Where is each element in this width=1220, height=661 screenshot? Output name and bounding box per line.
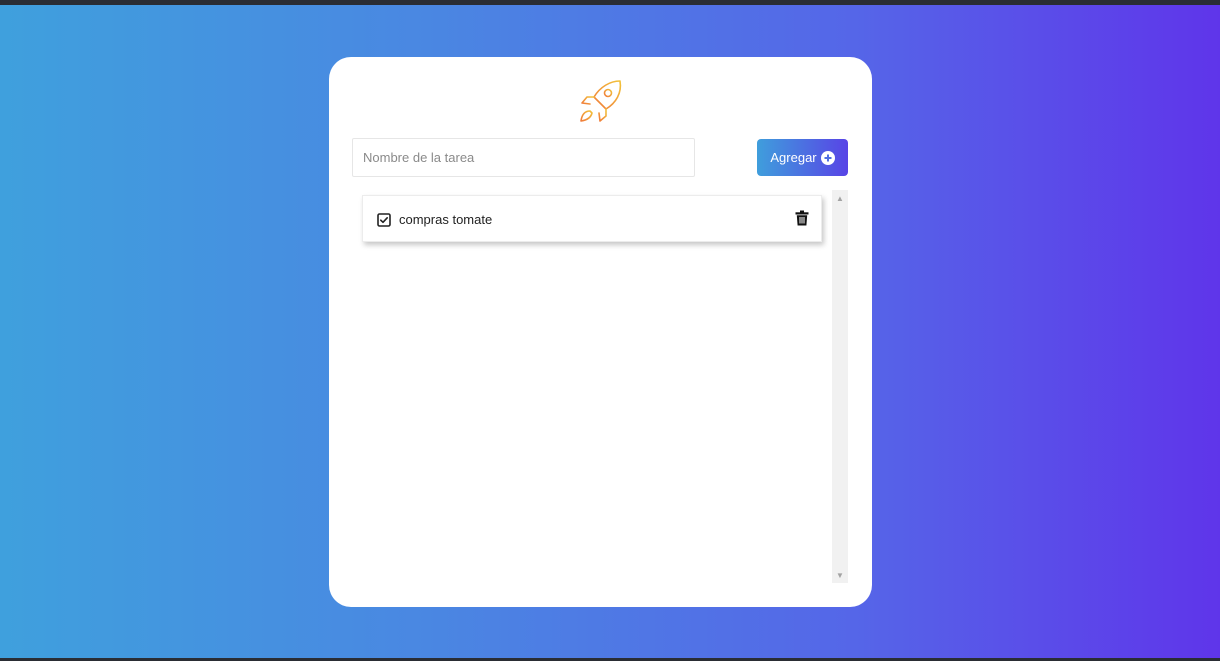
task-item: compras tomate <box>362 195 822 242</box>
todo-card: Agregar compras tomate <box>329 57 872 607</box>
task-name-input[interactable] <box>352 138 695 177</box>
add-task-button[interactable]: Agregar <box>757 139 848 176</box>
rocket-icon <box>578 79 624 125</box>
scroll-down-arrow-icon[interactable]: ▼ <box>832 567 848 583</box>
checkbox-checked-icon[interactable] <box>377 213 391 227</box>
task-list: compras tomate ▲ ▼ <box>352 190 848 583</box>
task-list-scrollbar[interactable]: ▲ ▼ <box>832 190 848 583</box>
plus-circle-icon <box>820 150 835 165</box>
task-label: compras tomate <box>399 212 493 227</box>
add-button-label: Agregar <box>770 150 817 165</box>
trash-icon[interactable] <box>795 210 809 226</box>
scroll-up-arrow-icon[interactable]: ▲ <box>832 190 848 206</box>
